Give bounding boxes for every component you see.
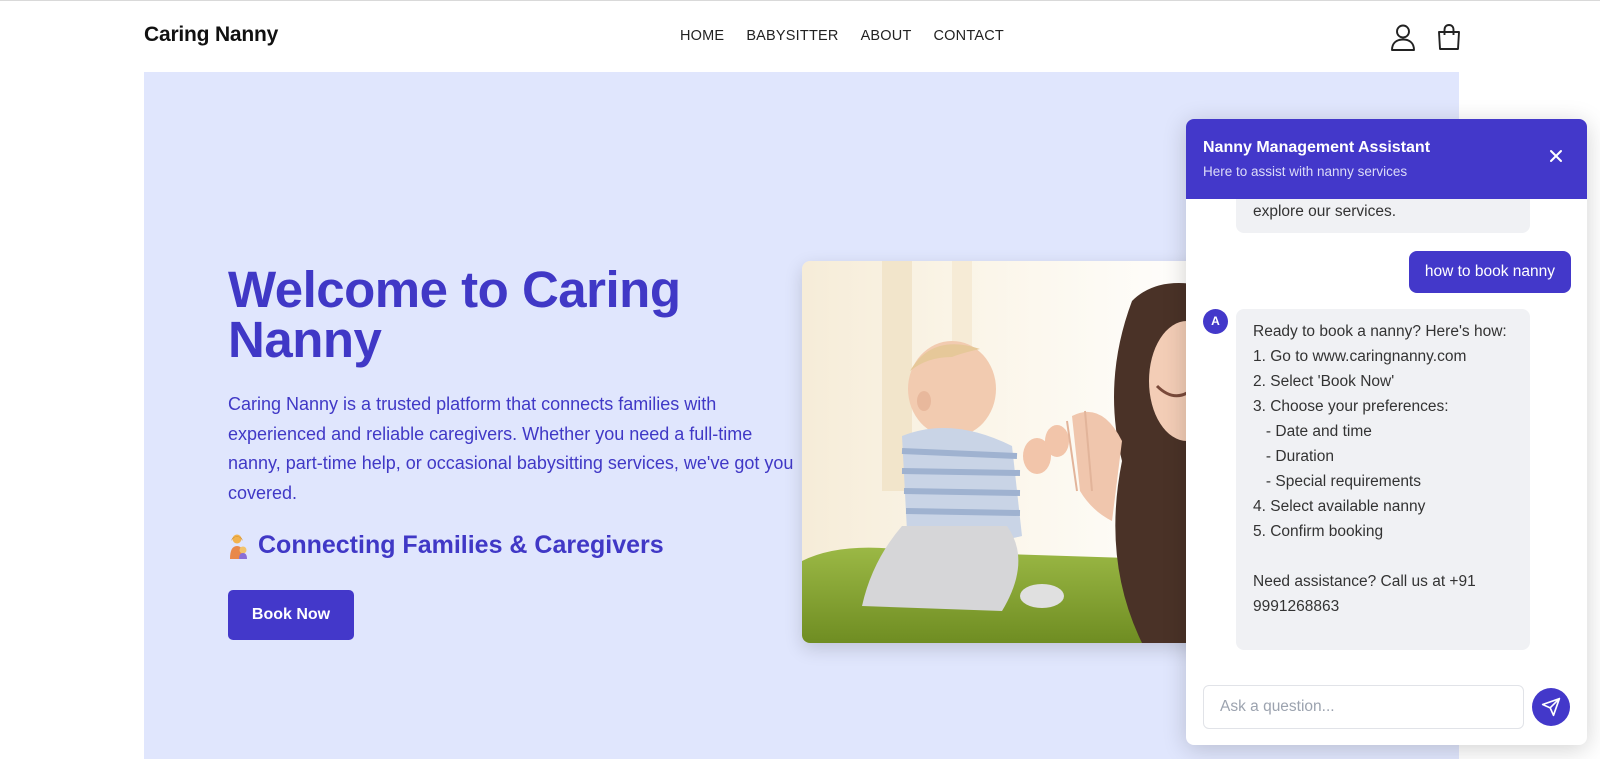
chat-messages[interactable]: explore our services. how to book nanny … (1186, 199, 1587, 670)
bot-avatar: A (1203, 309, 1228, 334)
shopping-bag-icon[interactable] (1436, 23, 1462, 51)
user-icon[interactable] (1390, 23, 1416, 51)
chat-header: Nanny Management Assistant Here to assis… (1186, 119, 1587, 199)
chat-input[interactable] (1203, 685, 1524, 729)
nav-contact[interactable]: CONTACT (934, 28, 1004, 44)
hero-title: Welcome to Caring Nanny (228, 261, 681, 368)
chat-widget: Nanny Management Assistant Here to assis… (1186, 119, 1587, 745)
bot-message: Ready to book a nanny? Here's how: 1. Go… (1236, 309, 1530, 650)
user-message: how to book nanny (1408, 251, 1571, 293)
nav-about[interactable]: ABOUT (861, 28, 912, 44)
nav-babysitter[interactable]: BABYSITTER (746, 28, 838, 44)
hero-description: Caring Nanny is a trusted platform that … (228, 394, 794, 503)
baby-and-mother-photo (802, 261, 1222, 643)
chat-title: Nanny Management Assistant (1203, 139, 1431, 156)
close-icon[interactable] (1548, 148, 1564, 164)
site-logo[interactable]: Caring Nanny (144, 23, 278, 47)
hero-subheading: Connecting Families & Caregivers (228, 531, 664, 560)
book-now-button[interactable]: Book Now (228, 590, 354, 640)
nav-home[interactable]: HOME (680, 28, 724, 44)
bot-message-previous: explore our services. (1236, 199, 1530, 233)
bot-message-text: Ready to book a nanny? Here's how: 1. Go… (1253, 323, 1507, 615)
send-button[interactable] (1532, 688, 1570, 726)
chat-subtitle: Here to assist with nanny services (1203, 164, 1408, 179)
send-icon (1541, 697, 1561, 717)
mother-child-emoji-icon (228, 533, 250, 559)
main-nav: HOME BABYSITTER ABOUT CONTACT (680, 28, 1026, 44)
site-header: Caring Nanny HOME BABYSITTER ABOUT CONTA… (0, 1, 1600, 72)
hero-subheading-text: Connecting Families & Caregivers (258, 531, 664, 559)
